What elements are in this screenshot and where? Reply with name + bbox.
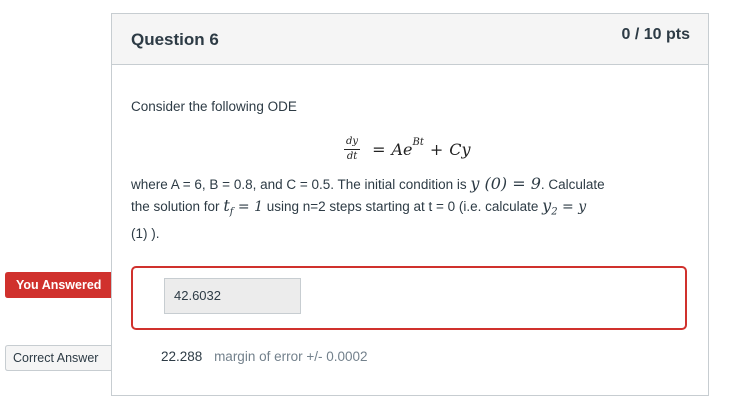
quiz-stage: You Answered Correct Answer Question 6 0…: [0, 0, 737, 419]
problem-line-1: where A = 6, B = 0.8, and C = 0.5. The i…: [131, 173, 691, 195]
problem-line-2: the solution for tf = 1 using n=2 steps …: [131, 195, 691, 223]
correct-answer-label: Correct Answer: [13, 351, 99, 365]
question-points: 0 / 10 pts: [621, 26, 690, 43]
derivative-fraction: dy dt: [344, 136, 361, 163]
y2-math: y: [542, 196, 552, 215]
problem-text-2b: using n=2 steps starting at t = 0 (i.e. …: [263, 199, 543, 214]
question-intro: Consider the following ODE: [131, 99, 297, 114]
margin-of-error: margin of error +/- 0.0002: [214, 349, 368, 364]
fraction-numerator: dy: [344, 136, 361, 150]
exponential-term: Ae: [391, 139, 413, 159]
initial-condition-math: y (0) = 9: [470, 174, 541, 193]
answer-input[interactable]: 42.6032: [164, 278, 301, 314]
you-answered-tag: You Answered: [5, 272, 125, 298]
question-header: Question 6 0 / 10 pts: [112, 14, 708, 65]
problem-statement: where A = 6, B = 0.8, and C = 0.5. The i…: [131, 173, 691, 244]
ode-equation: dy dt = Ae Bt + Cy: [344, 129, 471, 169]
question-card: Question 6 0 / 10 pts Consider the follo…: [111, 13, 709, 396]
exponent: Bt: [412, 136, 424, 148]
you-answered-label: You Answered: [16, 278, 102, 292]
problem-text-2a: the solution for: [131, 199, 224, 214]
linear-term: Cy: [449, 139, 471, 159]
plus-sign: +: [429, 139, 444, 159]
correct-answer-row: 22.288 margin of error +/- 0.0002: [161, 349, 368, 364]
problem-text-1a: where A = 6, B = 0.8, and C = 0.5. The i…: [131, 177, 471, 192]
correct-answer-tag: Correct Answer: [5, 345, 125, 371]
question-title: Question 6: [131, 30, 219, 49]
correct-answer-value: 22.288: [161, 349, 203, 364]
answer-box: 42.6032: [131, 266, 687, 330]
problem-text-1b: . Calculate: [540, 177, 605, 192]
t-final-value: = 1: [233, 199, 263, 215]
problem-line-3: (1) ).: [131, 225, 160, 241]
equals-sign: =: [372, 139, 386, 159]
fraction-denominator: dt: [346, 150, 358, 162]
y2-equals: = y: [557, 199, 587, 215]
